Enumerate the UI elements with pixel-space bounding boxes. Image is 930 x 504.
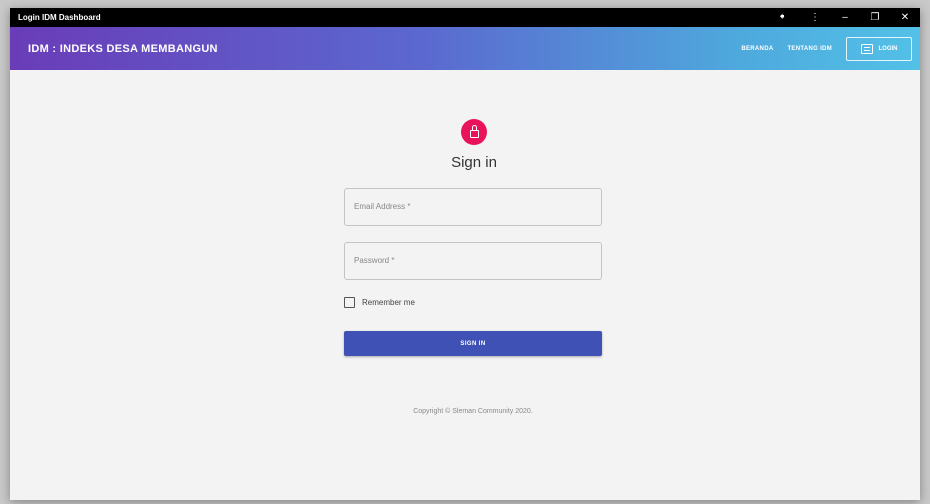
password-field[interactable]: Password * — [344, 242, 602, 280]
close-button[interactable]: ✕ — [890, 8, 920, 27]
email-placeholder: Email Address * — [354, 202, 411, 211]
maximize-button[interactable]: ❐ — [860, 8, 890, 27]
remember-me-label: Remember me — [362, 298, 415, 307]
page-title: Sign in — [451, 154, 497, 171]
login-label: LOGIN — [878, 45, 898, 52]
app-window: Login IDM Dashboard 🠸 ⋮ – ❐ ✕ IDM : INDE… — [10, 8, 920, 500]
nav-tentang-idm[interactable]: TENTANG IDM — [787, 46, 832, 52]
remember-me-checkbox[interactable] — [344, 297, 355, 308]
minimize-button[interactable]: – — [830, 8, 860, 27]
password-placeholder: Password * — [354, 256, 395, 265]
main-content: Sign in Email Address * Password * Remem… — [10, 70, 920, 500]
email-field[interactable]: Email Address * — [344, 188, 602, 226]
nav-beranda[interactable]: BERANDA — [741, 46, 773, 52]
sign-in-button[interactable]: SIGN IN — [344, 331, 602, 356]
window-controls: 🠸 ⋮ – ❐ ✕ — [764, 8, 920, 27]
more-options-icon[interactable]: ⋮ — [800, 8, 830, 27]
window-title: Login IDM Dashboard — [18, 13, 101, 22]
window-titlebar: Login IDM Dashboard 🠸 ⋮ – ❐ ✕ — [10, 8, 920, 27]
lock-icon — [469, 125, 479, 138]
remember-me-control[interactable]: Remember me — [344, 297, 415, 308]
login-button[interactable]: LOGIN — [846, 36, 912, 61]
brand-title[interactable]: IDM : INDEKS DESA MEMBANGUN — [28, 43, 218, 55]
app-bar: IDM : INDEKS DESA MEMBANGUN BERANDA TENT… — [10, 27, 920, 70]
menu-icon — [860, 43, 873, 54]
top-nav: BERANDA TENTANG IDM LOGIN — [741, 36, 912, 61]
copyright-text: Copyright © Sleman Community 2020. — [413, 408, 533, 415]
lock-avatar — [461, 119, 487, 145]
back-icon[interactable]: 🠸 — [764, 8, 800, 27]
